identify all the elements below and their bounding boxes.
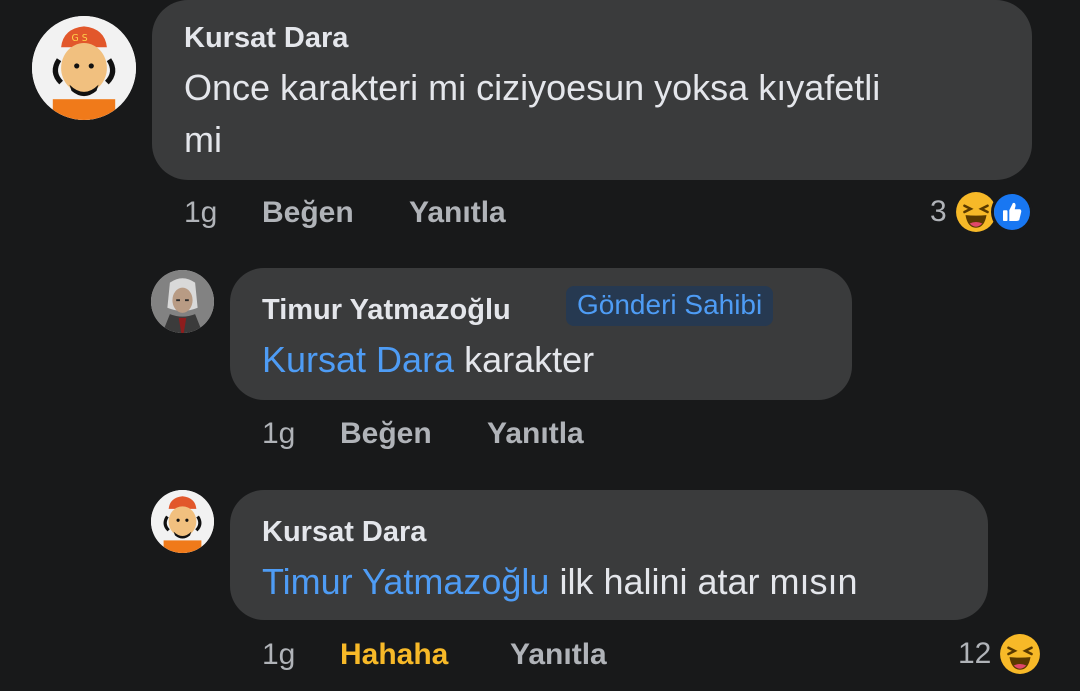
comment-author[interactable]: Kursat Dara — [184, 22, 348, 55]
comment-text-body: karakter — [454, 339, 595, 380]
reply-button[interactable]: Yanıtla — [510, 638, 607, 672]
comment-timestamp[interactable]: 1g — [184, 196, 217, 230]
mention-link[interactable]: Timur Yatmazoğlu — [262, 561, 549, 602]
comment-timestamp[interactable]: 1g — [262, 417, 295, 451]
avatar[interactable] — [151, 270, 214, 333]
comment-author[interactable]: Kursat Dara — [262, 516, 426, 549]
comment-text-line: Once karakteri mi ciziyoesun yoksa kıyaf… — [184, 67, 881, 108]
cartoon-avatar-icon: G S — [32, 16, 136, 120]
reaction-count: 3 — [930, 195, 947, 228]
comment-author[interactable]: Timur Yatmazoğlu — [262, 294, 511, 327]
reaction-count: 12 — [958, 637, 992, 670]
comment-text: Once karakteri mi ciziyoesun yoksa kıyaf… — [184, 62, 880, 166]
like-button[interactable]: Beğen — [340, 417, 432, 451]
witcher-avatar-icon — [151, 270, 214, 333]
mention-link[interactable]: Kursat Dara — [262, 339, 454, 380]
reply-button[interactable]: Yanıtla — [487, 417, 584, 451]
post-author-badge: Gönderi Sahibi — [566, 286, 774, 326]
reaction-summary[interactable]: 3 — [930, 191, 1033, 233]
reply-button[interactable]: Yanıtla — [409, 196, 506, 230]
reaction-summary[interactable]: 12 — [958, 633, 1041, 675]
like-icon — [990, 191, 1033, 233]
comment-text-line: mi — [184, 119, 222, 160]
avatar[interactable] — [151, 490, 214, 553]
svg-text:G S: G S — [72, 33, 88, 44]
haha-reaction-button[interactable]: Hahaha — [340, 638, 448, 672]
haha-icon — [999, 633, 1041, 675]
comment-timestamp[interactable]: 1g — [262, 638, 295, 672]
comment-bubble: Kursat Dara Timur Yatmazoğlu ilk halini … — [230, 490, 988, 620]
comment-text: Kursat Dara karakter — [262, 334, 594, 386]
avatar[interactable]: G S — [32, 16, 136, 120]
comment-bubble: Timur Yatmazoğlu Gönderi Sahibi Kursat D… — [230, 268, 852, 400]
comment-bubble: Kursat Dara Once karakteri mi ciziyoesun… — [152, 0, 1032, 180]
comment-text-body: ilk halini atar mısın — [549, 561, 858, 602]
comment-thread: G S Kursat Dara Once karakteri mi ciziyo… — [0, 0, 1080, 691]
comment-text: Timur Yatmazoğlu ilk halini atar mısın — [262, 556, 858, 608]
like-button[interactable]: Beğen — [262, 196, 354, 230]
cartoon-avatar-icon — [151, 490, 214, 553]
